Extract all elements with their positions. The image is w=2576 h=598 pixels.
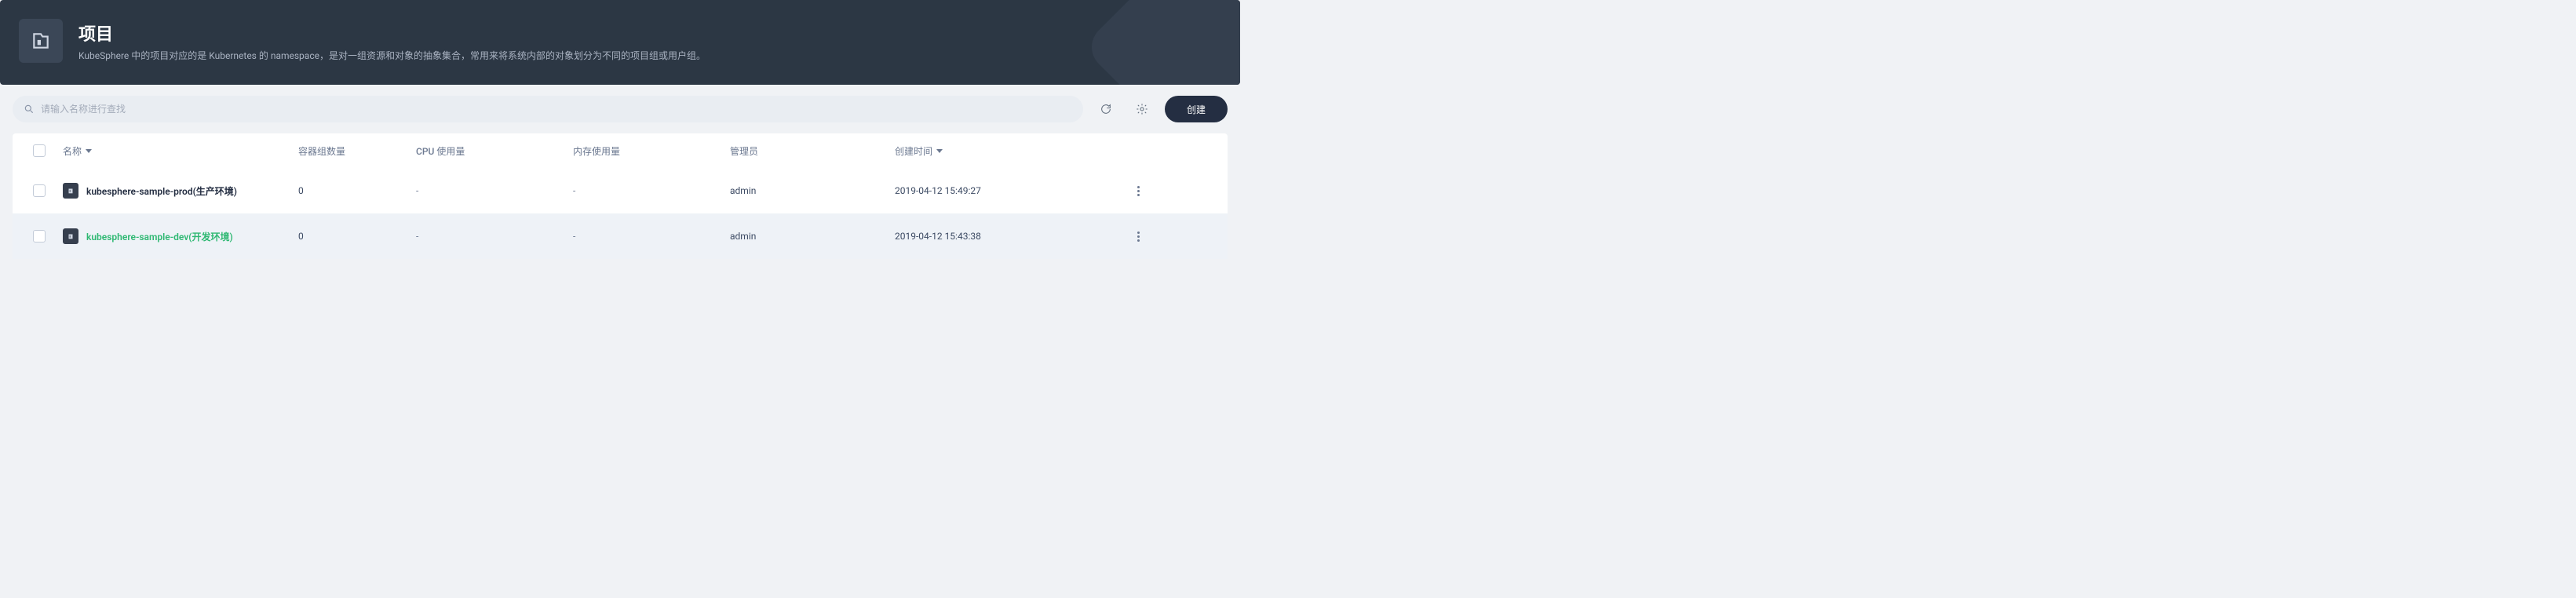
refresh-icon	[1100, 103, 1112, 115]
column-memory-usage: 内存使用量	[573, 144, 730, 158]
cell-cpu-usage: -	[416, 231, 573, 242]
column-admin: 管理员	[730, 144, 895, 158]
cell-admin: admin	[730, 231, 895, 242]
projects-table: 名称 容器组数量 CPU 使用量 内存使用量 管理员 创建时间 kubesphe…	[13, 133, 1228, 259]
row-checkbox[interactable]	[33, 230, 46, 242]
cell-admin: admin	[730, 185, 895, 196]
table-row[interactable]: kubesphere-sample-prod(生产环境) 0 - - admin…	[13, 168, 1228, 213]
settings-button[interactable]	[1129, 96, 1155, 122]
sort-icon	[85, 147, 93, 155]
project-name-link[interactable]: kubesphere-sample-dev(开发环境)	[86, 230, 233, 243]
column-cpu-usage: CPU 使用量	[416, 144, 573, 158]
cell-pod-count: 0	[298, 185, 416, 196]
project-row-icon	[63, 228, 78, 244]
project-row-icon	[63, 183, 78, 199]
row-checkbox[interactable]	[33, 184, 46, 197]
column-pod-count: 容器组数量	[298, 144, 416, 158]
project-name-link[interactable]: kubesphere-sample-prod(生产环境)	[86, 184, 237, 198]
gear-icon	[1136, 103, 1148, 115]
row-actions-menu[interactable]	[1137, 232, 1140, 242]
page-title: 项目	[78, 20, 706, 46]
page-description: KubeSphere 中的项目对应的是 Kubernetes 的 namespa…	[78, 49, 706, 62]
cell-created-at: 2019-04-12 15:43:38	[895, 231, 1115, 242]
create-button[interactable]: 创建	[1165, 96, 1228, 122]
cell-created-at: 2019-04-12 15:49:27	[895, 185, 1115, 196]
search-icon	[24, 104, 35, 115]
row-actions-menu[interactable]	[1137, 186, 1140, 196]
column-created-at[interactable]: 创建时间	[895, 144, 1115, 158]
sort-icon	[936, 147, 943, 155]
cell-memory-usage: -	[573, 185, 730, 196]
table-row[interactable]: kubesphere-sample-dev(开发环境) 0 - - admin …	[13, 213, 1228, 259]
toolbar: 创建	[13, 96, 1228, 122]
table-header: 名称 容器组数量 CPU 使用量 内存使用量 管理员 创建时间	[13, 133, 1228, 168]
page-header: 项目 KubeSphere 中的项目对应的是 Kubernetes 的 name…	[0, 0, 1240, 85]
column-name[interactable]: 名称	[63, 144, 298, 158]
search-input-wrap[interactable]	[13, 96, 1083, 122]
search-input[interactable]	[41, 96, 1072, 122]
select-all-checkbox[interactable]	[33, 144, 46, 157]
cell-pod-count: 0	[298, 231, 416, 242]
cell-cpu-usage: -	[416, 185, 573, 196]
project-icon	[19, 19, 63, 63]
refresh-button[interactable]	[1093, 96, 1119, 122]
cell-memory-usage: -	[573, 231, 730, 242]
